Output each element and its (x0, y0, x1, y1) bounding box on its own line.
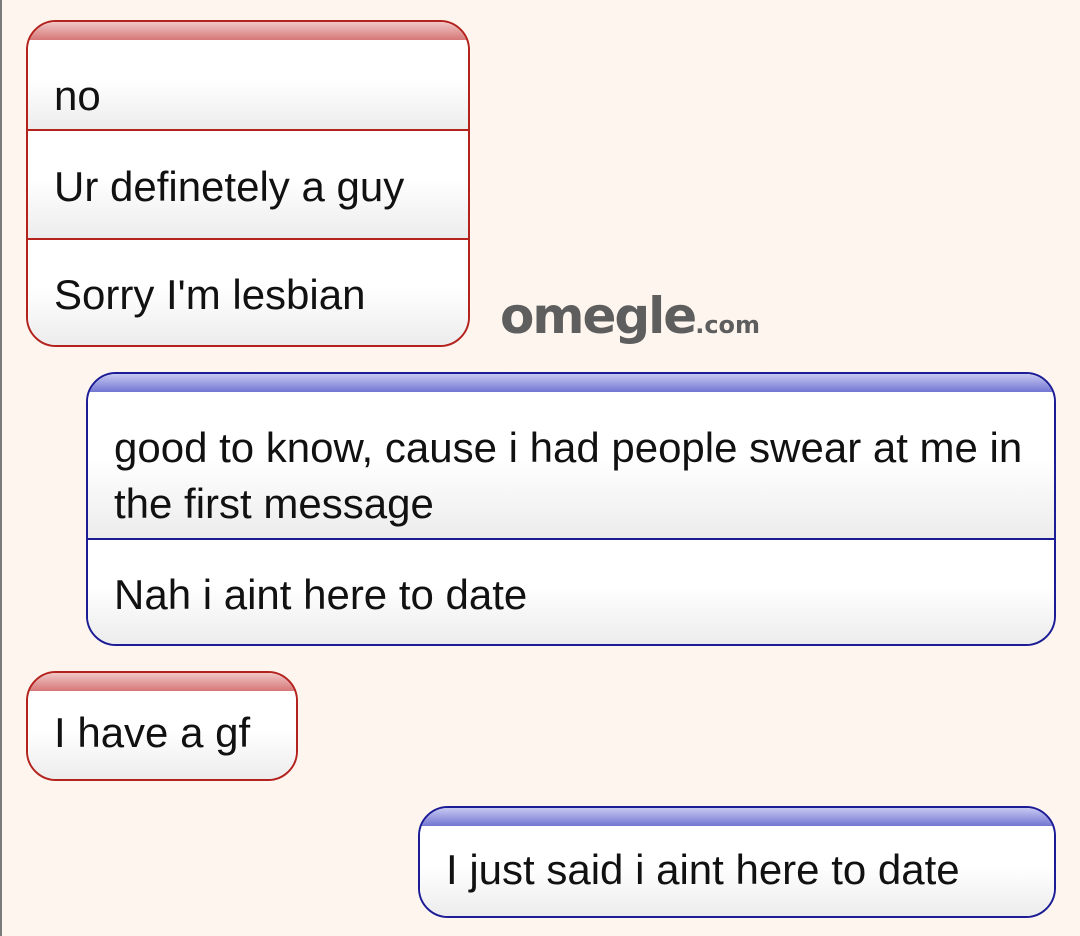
logo-domain: .com (695, 311, 761, 339)
stranger-message-group: I have a gf (26, 671, 298, 781)
message-text: I have a gf (54, 709, 251, 756)
you-message-group: I just said i aint here to date (418, 806, 1056, 918)
stranger-message: Sorry I'm lesbian (28, 238, 468, 345)
message-text: Sorry I'm lesbian (54, 271, 366, 318)
you-message: I just said i aint here to date (420, 826, 1054, 916)
message-text: Ur definetely a guy (54, 163, 405, 210)
message-text: Nah i aint here to date (114, 571, 528, 618)
stranger-message: Ur definetely a guy (28, 129, 468, 238)
stranger-message-group: no Ur definetely a guy Sorry I'm lesbian (26, 20, 470, 347)
message-text: I just said i aint here to date (446, 846, 960, 893)
you-message: good to know, cause i had people swear a… (88, 392, 1054, 538)
stranger-message: no (28, 40, 468, 129)
you-message-group: good to know, cause i had people swear a… (86, 372, 1056, 646)
message-text: no (54, 72, 101, 119)
omegle-logo: omegle.com (500, 287, 760, 345)
window-edge (0, 0, 2, 936)
message-text: good to know, cause i had people swear a… (114, 424, 1023, 527)
logo-wordmark: omegle (500, 287, 697, 345)
you-message: Nah i aint here to date (88, 538, 1054, 644)
stranger-message: I have a gf (28, 691, 296, 779)
